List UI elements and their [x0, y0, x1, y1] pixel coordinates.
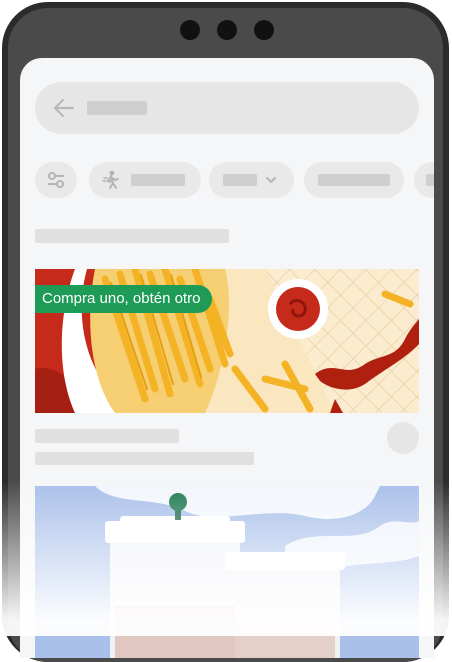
promo-badge: Compra uno, obtén otro [35, 285, 213, 313]
sliders-icon [48, 172, 64, 188]
store-name-placeholder [35, 429, 179, 443]
filter-pickup-chip[interactable] [89, 162, 201, 198]
store-banner-image[interactable] [35, 486, 419, 658]
filter-settings-chip[interactable] [35, 162, 77, 198]
promo-banner-image[interactable]: Compra uno, obtén otro [35, 269, 419, 413]
app-screen: Compra uno, obtén otro [20, 58, 434, 658]
search-input-placeholder[interactable] [87, 101, 147, 115]
favorite-button[interactable] [387, 422, 419, 454]
chevron-down-icon [266, 177, 276, 183]
chip-label-placeholder [131, 174, 185, 186]
filter-dropdown-chip[interactable] [209, 162, 294, 198]
camera-dot [254, 20, 274, 40]
camera-dot [217, 20, 237, 40]
chip-label-placeholder [223, 174, 257, 186]
arrow-left-icon[interactable] [53, 98, 75, 118]
chip-label-placeholder [318, 174, 390, 186]
walking-person-icon [102, 170, 119, 189]
camera-dot [180, 20, 200, 40]
filter-chip[interactable] [414, 162, 434, 198]
search-bar[interactable] [35, 82, 419, 134]
store-details-placeholder [35, 452, 254, 465]
filter-chip[interactable] [304, 162, 404, 198]
chip-label-placeholder [426, 174, 434, 186]
section-title-placeholder [35, 229, 229, 243]
coffee-cups-illustration [35, 486, 419, 658]
